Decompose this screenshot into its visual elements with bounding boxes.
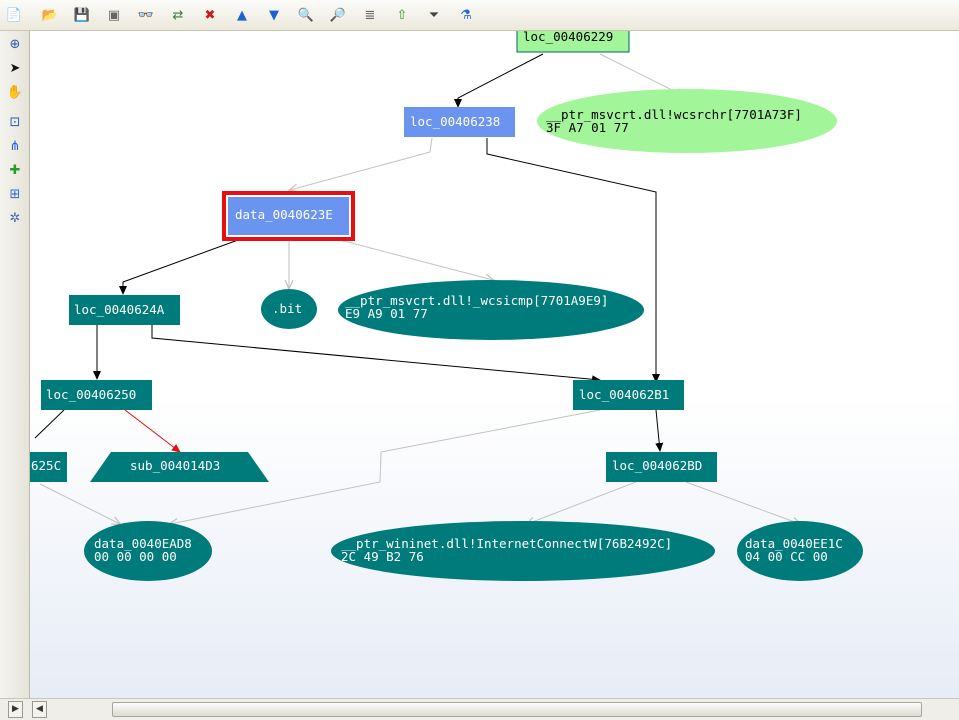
node-label: sub_004014D3 — [130, 458, 220, 473]
scroll-corner-button[interactable]: ▶ — [8, 701, 23, 718]
node-data-0040EAD8[interactable]: data_0040EAD8 00 00 00 00 — [84, 521, 212, 581]
open-folder-icon[interactable]: 📂 — [40, 5, 60, 25]
edge-62BD-to-EE1C — [685, 481, 800, 524]
node-bytes: 2C 49 B2 76 — [341, 549, 424, 564]
tool-sidebar: ⊕ ➤ ✋ ⊡ ⋔ ✚ ⊞ ✲ — [0, 31, 30, 698]
node-sub-004014D3[interactable]: sub_004014D3 — [90, 452, 269, 482]
node-label: loc_00406250 — [46, 387, 136, 402]
hand-pan-icon[interactable]: ✋ — [5, 82, 25, 102]
horizontal-scrollbar[interactable]: ▶ ◀ — [0, 698, 959, 720]
edge-238-to-62B1 — [486, 138, 660, 383]
scroll-left-button[interactable]: ◀ — [32, 701, 47, 718]
node-bytes: 00 00 00 00 — [94, 549, 177, 564]
node-loc-0040624A[interactable]: loc_0040624A — [69, 295, 180, 325]
stop-icon[interactable]: ✖ — [200, 5, 220, 25]
edge-62BD-to-internetconnect — [527, 481, 637, 524]
node-loc-004062BD[interactable]: loc_004062BD — [606, 452, 717, 482]
green-arrow-up-icon[interactable]: ⇧ — [392, 5, 412, 25]
flow-graph[interactable]: loc_00406229 __ptr_msvcrt.dll!wcsrchr[77… — [30, 31, 959, 698]
node-loc-00406238[interactable]: loc_00406238 — [404, 107, 515, 137]
document-icon[interactable]: ≣ — [360, 5, 380, 25]
select-pointer-icon[interactable]: ➤ — [5, 58, 25, 78]
node-label: loc_00406229 — [523, 31, 613, 44]
edge-623E-to-wcsicmp — [339, 239, 493, 280]
node-bytes: E9 A9 01 77 — [345, 306, 428, 321]
main-toolbar: 📄 📂 💾 ▣ 👓 ⇄ ✖ ▲ ▼ 🔍 🔎 ≣ ⇧ ⏷ ⚗ — [0, 0, 959, 31]
zoom-out-icon[interactable]: 🔎 — [328, 5, 348, 25]
node-label: .bit — [272, 301, 302, 316]
graph-canvas[interactable]: loc_00406229 __ptr_msvcrt.dll!wcsrchr[77… — [30, 31, 959, 698]
zoom-in-icon[interactable]: 🔍 — [296, 5, 316, 25]
node-loc-004062B1[interactable]: loc_004062B1 — [573, 380, 684, 410]
new-window-icon[interactable]: ⊞ — [5, 184, 25, 204]
edge-229-to-238 — [454, 53, 544, 108]
edge-6250-to-625C — [34, 409, 65, 439]
node-label: loc_004062B1 — [579, 387, 669, 402]
layout-tree-icon[interactable]: ⋔ — [5, 136, 25, 156]
node-label: 625C — [31, 458, 61, 473]
filter-settings-icon[interactable]: ⚗ — [456, 5, 476, 25]
node-partial-625C[interactable]: 625C — [30, 452, 67, 482]
zoom-window-icon[interactable]: ⊕ — [5, 34, 25, 54]
node-loc-00406229[interactable]: loc_00406229 — [516, 31, 630, 53]
save-icon[interactable]: 💾 — [72, 5, 92, 25]
glasses-icon[interactable]: 👓 — [136, 5, 156, 25]
add-node-icon[interactable]: ✚ — [5, 160, 25, 180]
node-bit-string[interactable]: .bit — [261, 289, 317, 329]
node-loc-00406250[interactable]: loc_00406250 — [41, 380, 152, 410]
node-data-0040623E-selected[interactable]: data_0040623E — [222, 191, 355, 241]
node-bytes: 3F A7 01 77 — [546, 120, 629, 135]
node-bytes: 04 00 CC 00 — [745, 549, 828, 564]
edge-238-to-623E — [290, 137, 433, 190]
edge-6250-to-sub — [124, 409, 181, 453]
node-wcsrchr-pointer[interactable]: __ptr_msvcrt.dll!wcsrchr[7701A73F] 3F A7… — [537, 89, 837, 153]
up-arrow-icon[interactable]: ▲ — [232, 5, 252, 25]
node-internetconnect-pointer[interactable]: __ptr_wininet.dll!InternetConnectW[76B24… — [331, 521, 715, 581]
node-label: loc_00406238 — [410, 114, 500, 129]
settings-tools-icon[interactable]: ✲ — [5, 208, 25, 228]
edge-623E-to-624A — [119, 239, 239, 295]
refresh-arrows-icon[interactable]: ⇄ — [168, 5, 188, 25]
node-data-0040EE1C[interactable]: data_0040EE1C 04 00 CC 00 — [737, 521, 863, 581]
filter-icon[interactable]: ⏷ — [424, 5, 444, 25]
node-label: data_0040623E — [235, 207, 333, 222]
scroll-thumb[interactable] — [112, 702, 922, 717]
node-label: loc_0040624A — [74, 302, 165, 317]
fit-view-icon[interactable]: ⊡ — [5, 112, 25, 132]
edge-625C-to-EAD8 — [39, 483, 120, 524]
new-file-icon[interactable]: 📄 — [4, 5, 24, 25]
print-icon[interactable]: ▣ — [104, 5, 124, 25]
edge-62B1-to-62BD — [655, 409, 664, 452]
node-label: loc_004062BD — [612, 458, 702, 473]
node-wcsicmp-pointer[interactable]: __ptr_msvcrt.dll!_wcsicmp[7701A9E9] E9 A… — [338, 280, 644, 340]
down-arrow-icon[interactable]: ▼ — [264, 5, 284, 25]
